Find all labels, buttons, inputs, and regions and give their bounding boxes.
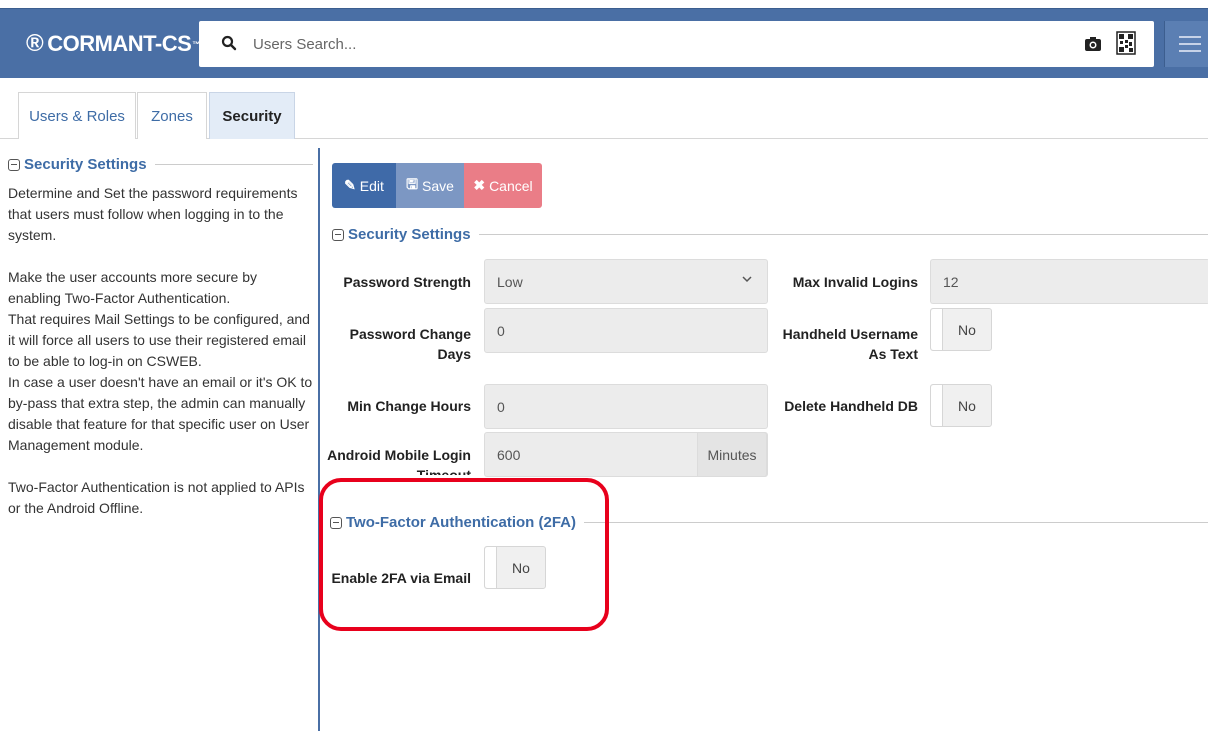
edit-button[interactable]: ✎ Edit	[332, 163, 396, 208]
min-change-hours-label: Min Change Hours	[347, 398, 471, 414]
search-box	[199, 21, 1154, 67]
tab-security[interactable]: Security	[209, 92, 295, 139]
close-icon: ✖	[473, 177, 486, 193]
panel-divider	[318, 148, 320, 731]
barcode-scan-icon[interactable]	[1116, 31, 1136, 55]
search-input[interactable]	[253, 29, 1073, 59]
cancel-button[interactable]: ✖ Cancel	[464, 163, 542, 208]
sidebar-legend[interactable]: Security Settings	[8, 156, 313, 173]
password-change-days-label: Password Change Days	[349, 326, 471, 362]
search-icon[interactable]	[221, 35, 237, 51]
minutes-addon: Minutes	[697, 432, 767, 477]
description-paragraph: Make the user accounts more secure by en…	[8, 269, 258, 306]
max-invalid-logins-field[interactable]: 12	[930, 259, 1208, 304]
security-settings-legend[interactable]: Security Settings	[332, 226, 1208, 243]
handheld-username-toggle[interactable]: No	[930, 308, 992, 351]
highlight-annotation	[319, 478, 609, 631]
description-paragraph: In case a user doesn't have an email or …	[8, 374, 313, 453]
sidebar-title: Security Settings	[24, 156, 147, 173]
collapse-icon[interactable]	[8, 158, 20, 171]
save-button[interactable]: 🖫 Save	[396, 163, 464, 208]
hamburger-menu-icon[interactable]	[1164, 21, 1208, 67]
brand-logo[interactable]: ® CORMANT-CS ™	[26, 29, 200, 59]
top-bar: ® CORMANT-CS ™	[0, 8, 1208, 78]
tab-bar: Users & Roles Zones Security	[0, 92, 1208, 139]
save-icon: 🖫	[406, 175, 418, 192]
chevron-down-icon	[742, 276, 752, 283]
tab-zones[interactable]: Zones	[137, 92, 207, 139]
password-strength-select[interactable]: Low	[484, 259, 768, 304]
password-change-days-field[interactable]: 0	[484, 308, 768, 353]
edit-icon: ✎	[344, 177, 356, 193]
android-login-timeout-label: Android Mobile Login Timeout	[327, 447, 471, 475]
sidebar-description: Security Settings Determine and Set the …	[8, 156, 313, 519]
section-title: Security Settings	[348, 226, 471, 243]
description-paragraph: Two-Factor Authentication is not applied…	[8, 479, 305, 516]
min-change-hours-field[interactable]: 0	[484, 384, 768, 429]
camera-icon[interactable]	[1084, 35, 1102, 53]
collapse-icon[interactable]	[332, 228, 344, 241]
description-paragraph: That requires Mail Settings to be config…	[8, 311, 310, 369]
description-paragraph: Determine and Set the password requireme…	[8, 185, 298, 243]
password-strength-label: Password Strength	[343, 274, 471, 290]
delete-handheld-db-label: Delete Handheld DB	[784, 398, 918, 414]
brand-mark-icon: ®	[26, 30, 44, 57]
tab-users-roles[interactable]: Users & Roles	[18, 92, 136, 139]
android-login-timeout-field[interactable]: 600 Minutes	[484, 432, 768, 477]
max-invalid-logins-label: Max Invalid Logins	[792, 274, 918, 290]
brand-name: CORMANT-CS	[47, 31, 192, 56]
delete-handheld-db-toggle[interactable]: No	[930, 384, 992, 427]
handheld-username-label: Handheld Username As Text	[782, 326, 918, 362]
